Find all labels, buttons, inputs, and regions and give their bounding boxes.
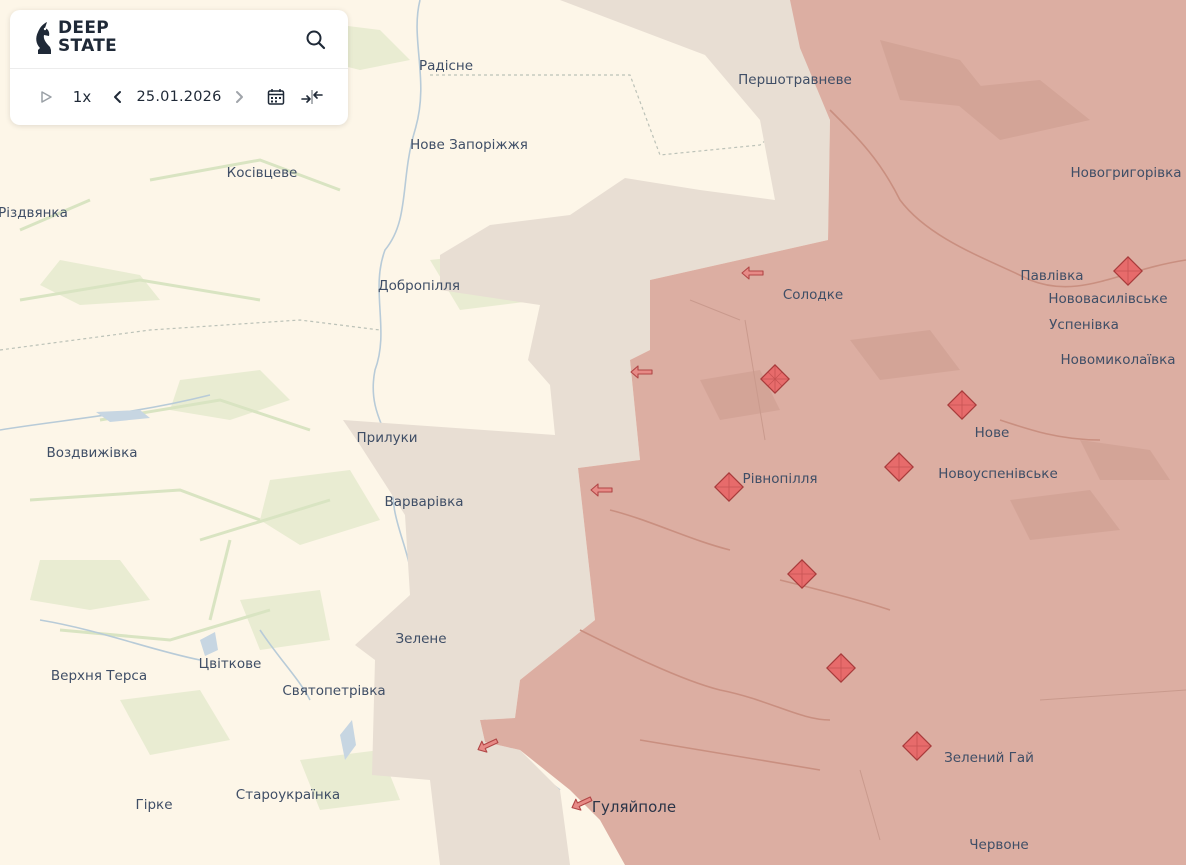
search-icon (306, 30, 326, 50)
place-label[interactable]: Нововасилівське (1048, 291, 1167, 307)
compare-arrows-icon (301, 90, 323, 104)
place-label[interactable]: Цвіткове (199, 656, 262, 672)
place-label[interactable]: Гірке (135, 797, 172, 813)
search-button[interactable] (302, 26, 330, 54)
place-label[interactable]: Радісне (419, 58, 473, 74)
place-label[interactable]: Воздвижівка (46, 445, 137, 461)
place-label[interactable]: Зелене (395, 631, 446, 647)
speed-button[interactable]: 1x (70, 84, 94, 110)
place-label[interactable]: Павлівка (1020, 268, 1083, 284)
deepstate-logo-icon (36, 22, 51, 54)
chevron-left-icon (114, 91, 121, 103)
panel-divider (10, 68, 348, 69)
play-icon (41, 91, 52, 103)
brand[interactable]: DEEP STATE (32, 20, 117, 56)
place-label[interactable]: Нове Запоріжжя (410, 137, 528, 153)
calendar-button[interactable] (265, 84, 287, 110)
place-label[interactable]: Староукраїнка (236, 787, 340, 803)
place-label[interactable]: Добропілля (378, 278, 460, 294)
play-button[interactable] (36, 84, 56, 110)
place-label[interactable]: Нове (975, 425, 1010, 441)
place-label[interactable]: Червоне (969, 837, 1028, 853)
chevron-right-icon (236, 91, 243, 103)
brand-line2: STATE (58, 36, 118, 56)
date-display[interactable]: 25.01.2026 (136, 84, 221, 110)
place-label[interactable]: Новогригорівка (1070, 165, 1181, 181)
previous-date-button[interactable] (108, 84, 128, 110)
place-label[interactable]: Успенівка (1049, 317, 1119, 333)
place-label[interactable]: Першотравневе (738, 72, 852, 88)
map-view[interactable]: Радісне Першотравневе Нове Запоріжжя Кос… (0, 0, 1186, 865)
place-label[interactable]: Рівнопілля (743, 471, 818, 487)
place-label[interactable]: Новоуспенівське (938, 466, 1058, 482)
compare-button[interactable] (299, 84, 325, 110)
place-label[interactable]: Зелений Гай (944, 750, 1034, 766)
place-label[interactable]: Прилуки (356, 430, 417, 446)
place-label[interactable]: Святопетрівка (282, 683, 385, 699)
place-label[interactable]: Солодке (783, 287, 843, 303)
place-label[interactable]: Варварівка (384, 494, 463, 510)
place-label[interactable]: Новомиколаївка (1060, 352, 1175, 368)
control-panel: DEEP STATE 1x 25.01.2026 (10, 10, 348, 125)
place-label[interactable]: Різдвянка (0, 205, 68, 221)
place-label[interactable]: Косівцеве (227, 165, 298, 181)
calendar-icon (267, 89, 285, 105)
place-label[interactable]: Гуляйполе (592, 798, 676, 816)
next-date-button[interactable] (229, 84, 249, 110)
place-label[interactable]: Верхня Терса (51, 668, 147, 684)
